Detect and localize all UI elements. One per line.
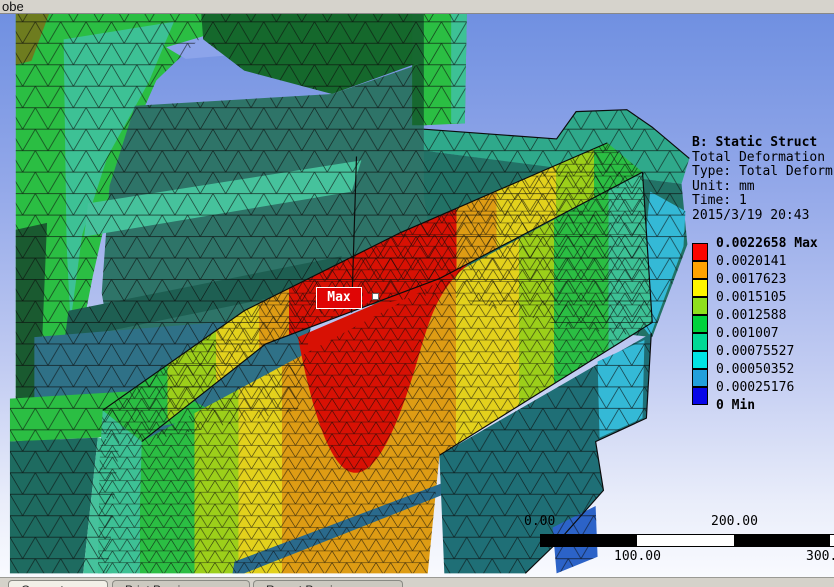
toolbar-strip: obe (0, 0, 834, 14)
legend-value: 0.00025176 (716, 380, 795, 395)
legend-band (692, 261, 708, 279)
legend-value: 0.0017623 (716, 272, 787, 287)
legend-band (692, 369, 708, 387)
legend-band (692, 315, 708, 333)
view-tabs: Geometry Print Preview Report Preview (0, 577, 834, 587)
legend-band (692, 297, 708, 315)
annotation-line: 2015/3/19 20:43 (692, 207, 810, 223)
tab-print-preview[interactable]: Print Preview (112, 580, 250, 587)
legend-value: 0.001007 (716, 326, 779, 341)
ruler-label-100: 100.00 (614, 549, 661, 564)
result-annotation: B: Static Struct Total Deformation Type:… (692, 135, 833, 224)
legend-band (692, 333, 708, 351)
fea-model-canvas[interactable] (0, 14, 834, 587)
annotation-line: Unit: mm (692, 178, 755, 194)
legend-value: 0.00050352 (716, 362, 795, 377)
legend-value-min: 0 Min (716, 398, 756, 413)
max-probe-point (372, 293, 379, 300)
legend-band (692, 351, 708, 369)
legend-band (692, 279, 708, 297)
graphics-viewport[interactable]: B: Static Struct Total Deformation Type:… (0, 14, 834, 587)
ruler-label-0: 0.00 (524, 514, 556, 529)
ruler-label-300: 300. (806, 549, 834, 564)
result-title: B: Static Struct (692, 135, 818, 150)
tab-report-preview[interactable]: Report Preview (253, 580, 403, 587)
ansys-mechanical-window: obe B: Static Struct Total Deformation T… (0, 0, 834, 587)
ruler-bar (540, 534, 834, 547)
annotation-line: Time: 1 (692, 193, 747, 209)
legend-value: 0.0015105 (716, 290, 787, 305)
annotation-line: Type: Total Deform (692, 164, 833, 180)
max-probe-label: Max (316, 287, 362, 309)
ruler-label-200: 200.00 (711, 514, 758, 529)
legend-value: 0.00075527 (716, 344, 795, 359)
legend-band (692, 387, 708, 405)
annotation-line: Total Deformation (692, 149, 826, 165)
legend-value: 0.0012588 (716, 308, 787, 323)
legend-value-max: 0.0022658 Max (716, 236, 818, 251)
legend-band (692, 243, 708, 261)
toolbar-label: obe (2, 0, 24, 14)
legend-value: 0.0020141 (716, 254, 787, 269)
tab-geometry[interactable]: Geometry (8, 580, 108, 587)
